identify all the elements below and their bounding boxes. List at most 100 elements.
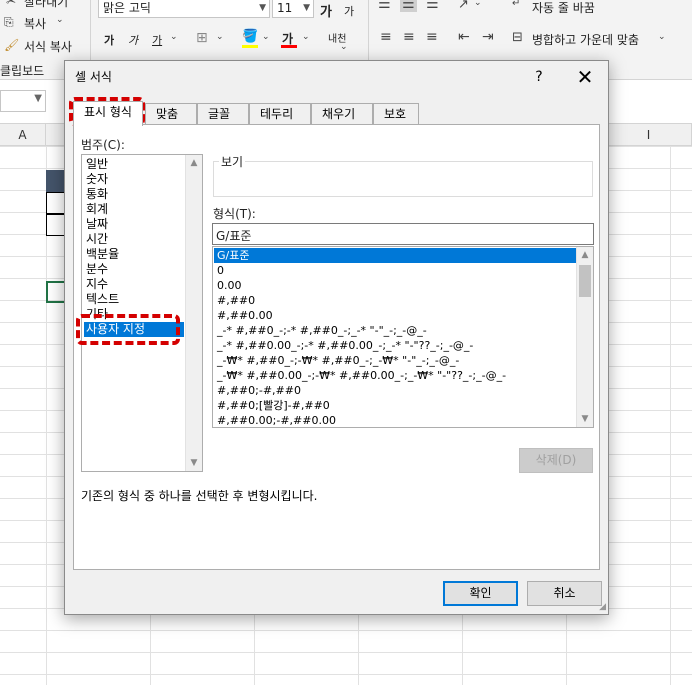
font-size-value: 11 (277, 1, 293, 15)
format-painter-button[interactable]: 서식 복사 (24, 38, 72, 55)
align-top-icon[interactable]: ☰ (378, 0, 391, 12)
category-item-text[interactable]: 텍스트 (84, 292, 184, 307)
chevron-down-icon[interactable]: ⌄ (216, 32, 224, 42)
merge-center-button[interactable]: 병합하고 가운데 맞춤 (532, 31, 639, 48)
chevron-down-icon[interactable]: ⌄ (340, 42, 348, 52)
underline-button[interactable]: 가 (152, 32, 162, 48)
copy-dropdown-icon[interactable]: ⌄ (56, 15, 64, 25)
sample-box (213, 161, 593, 197)
font-size-box[interactable]: 11 ▼ (272, 0, 314, 18)
bold-button[interactable]: 가 (104, 32, 114, 48)
scroll-up-icon[interactable]: ▲ (186, 155, 202, 171)
delete-button[interactable]: 삭제(D) (519, 448, 593, 473)
merge-center-icon[interactable]: ⊟ (512, 30, 523, 45)
category-item-accounting[interactable]: 회계 (84, 202, 184, 217)
category-item-scientific[interactable]: 지수 (84, 277, 184, 292)
category-item-fraction[interactable]: 분수 (84, 262, 184, 277)
format-item[interactable]: _-* #,##0_-;-* #,##0_-;_-* "-"_-;_-@_- (214, 323, 576, 338)
column-header-i[interactable]: I (606, 124, 692, 146)
category-label: 범주(C): (81, 138, 125, 152)
category-item-number[interactable]: 숫자 (84, 172, 184, 187)
align-left-icon[interactable]: ≡ (380, 29, 392, 45)
format-item[interactable]: _-* #,##0.00_-;-* #,##0.00_-;_-* "-"??_-… (214, 338, 576, 353)
cancel-button[interactable]: 취소 (527, 581, 602, 606)
help-button[interactable]: ? (527, 65, 551, 89)
align-middle-icon[interactable]: ☰ (400, 0, 417, 12)
fill-color-swatch (242, 45, 258, 48)
chevron-down-icon: ▼ (303, 3, 310, 13)
format-list[interactable]: G/표준 0 0.00 #,##0 #,##0.00 _-* #,##0_-;-… (212, 246, 594, 428)
category-scrollbar[interactable]: ▲ ▼ (185, 155, 202, 471)
format-item[interactable]: #,##0;-#,##0 (214, 383, 576, 398)
category-item-general[interactable]: 일반 (84, 157, 184, 172)
category-item-time[interactable]: 시간 (84, 232, 184, 247)
italic-button[interactable]: 가 (128, 32, 138, 48)
scroll-down-icon[interactable]: ▼ (577, 411, 593, 427)
format-painter-icon[interactable]: 🖌 (4, 38, 19, 52)
clipboard-group-label: 클립보드 (0, 64, 45, 78)
tab-alignment[interactable]: 맞춤 (145, 103, 197, 125)
tab-font[interactable]: 글꼴 (197, 103, 249, 125)
increase-indent-icon[interactable]: ⇥ (482, 29, 494, 45)
chevron-down-icon: ▼ (34, 93, 42, 104)
format-item[interactable]: _-₩* #,##0.00_-;-₩* #,##0.00_-;_-₩* "-"?… (214, 368, 576, 383)
format-item[interactable]: 0.00 (214, 278, 576, 293)
format-item[interactable]: _-₩* #,##0_-;-₩* #,##0_-;_-₩* "-"_-;_-@_… (214, 353, 576, 368)
cut-button[interactable]: 잘라내기 (24, 0, 68, 10)
border-icon[interactable]: ⊞ (196, 30, 208, 46)
category-item-percentage[interactable]: 백분율 (84, 247, 184, 262)
font-color-swatch (281, 45, 297, 48)
tab-fill[interactable]: 채우기 (311, 103, 373, 125)
grow-font-button[interactable]: 가 (320, 1, 332, 20)
close-button[interactable]: ✕ (571, 65, 599, 89)
dialog-title: 셀 서식 (75, 70, 112, 84)
category-list[interactable]: 일반 숫자 통화 회계 날짜 시간 백분율 분수 지수 텍스트 기타 사용자 지… (81, 154, 203, 472)
format-description: 기존의 형식 중 하나를 선택한 후 변형시킵니다. (81, 489, 318, 503)
category-item-currency[interactable]: 통화 (84, 187, 184, 202)
format-item[interactable]: #,##0.00 (214, 308, 576, 323)
scroll-down-icon[interactable]: ▼ (186, 455, 202, 471)
category-item-date[interactable]: 날짜 (84, 217, 184, 232)
tab-protection[interactable]: 보호 (373, 103, 419, 125)
format-scrollbar[interactable]: ▲ ▼ (576, 247, 593, 427)
ribbon-separator (368, 0, 369, 64)
chevron-down-icon[interactable]: ⌄ (658, 32, 666, 42)
column-header-a[interactable]: A (0, 124, 46, 146)
copy-icon[interactable]: ⎘ (4, 15, 14, 30)
tab-border[interactable]: 테두리 (249, 103, 311, 125)
fill-color-icon[interactable]: 🪣 (242, 29, 258, 44)
align-center-icon[interactable]: ≡ (403, 29, 415, 45)
format-item[interactable]: #,##0 (214, 293, 576, 308)
wrap-text-button[interactable]: 자동 줄 바꿈 (532, 0, 595, 16)
chevron-down-icon[interactable]: ⌄ (474, 0, 482, 8)
scroll-thumb[interactable] (579, 265, 591, 297)
format-item[interactable]: G/표준 (214, 248, 576, 263)
align-right-icon[interactable]: ≡ (426, 29, 438, 45)
ok-button[interactable]: 확인 (443, 581, 518, 606)
format-item[interactable]: #,##0.00;-#,##0.00 (214, 413, 576, 427)
format-item[interactable]: 0 (214, 263, 576, 278)
name-box[interactable]: ▼ (0, 90, 46, 112)
chevron-down-icon: ▼ (259, 3, 266, 13)
ribbon-separator (90, 0, 91, 64)
font-name-box[interactable]: 맑은 고딕 ▼ (98, 0, 270, 18)
copy-button[interactable]: 복사 (24, 15, 46, 32)
wrap-text-icon[interactable]: ↵ (512, 0, 520, 9)
shrink-font-button[interactable]: 가 (344, 3, 354, 19)
chevron-down-icon[interactable]: ⌄ (170, 32, 178, 42)
align-bottom-icon[interactable]: ☰ (426, 0, 439, 12)
font-name-value: 맑은 고딕 (103, 1, 151, 15)
chevron-down-icon[interactable]: ⌄ (262, 32, 270, 42)
sample-label: 보기 (219, 153, 246, 170)
close-icon: ✕ (576, 65, 594, 89)
orientation-icon[interactable]: ↗ (458, 0, 469, 12)
highlight-custom-category (76, 314, 180, 345)
tab-number[interactable]: 표시 형식 (73, 101, 143, 126)
type-input[interactable]: G/표준 (212, 223, 594, 245)
scroll-up-icon[interactable]: ▲ (577, 247, 593, 263)
chevron-down-icon[interactable]: ⌄ (302, 32, 310, 42)
format-item[interactable]: #,##0;[빨강]-#,##0 (214, 398, 576, 413)
resize-grip-icon[interactable]: ◢ (599, 602, 606, 612)
cut-icon[interactable]: ✂ (6, 0, 16, 8)
decrease-indent-icon[interactable]: ⇤ (458, 29, 470, 45)
